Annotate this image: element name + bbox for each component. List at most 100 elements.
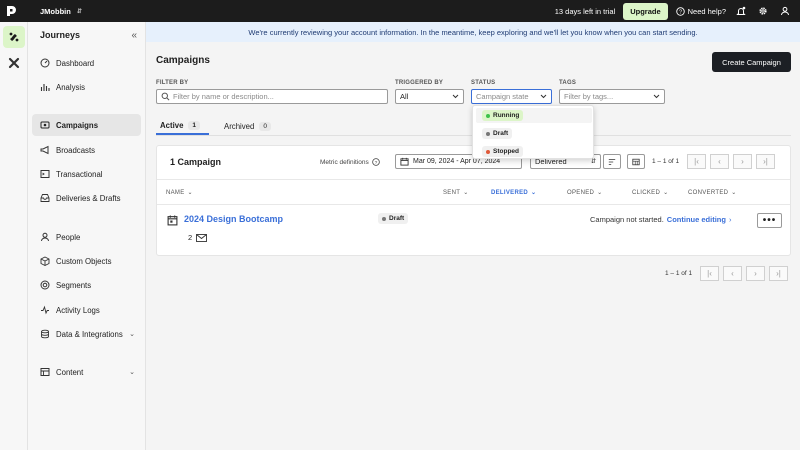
status-pill: Running — [482, 110, 524, 121]
columns-button[interactable] — [627, 154, 645, 169]
sidebar-item-content[interactable]: Content ⌄ — [32, 361, 141, 383]
terminal-icon — [39, 169, 50, 180]
column-name[interactable]: NAME ⌄ — [166, 189, 193, 197]
segments-icon — [39, 280, 50, 291]
last-page-button[interactable]: ›| — [756, 154, 775, 169]
tab-count: 0 — [259, 121, 271, 131]
column-clicked[interactable]: CLICKED ⌄ — [632, 189, 669, 197]
content-icon — [39, 367, 50, 378]
date-range-value: Mar 09, 2024 - Apr 07, 2024 — [413, 158, 501, 165]
bottom-first-page-button[interactable]: |‹ — [700, 266, 719, 281]
bar-chart-icon — [39, 82, 50, 93]
sidebar-item-label: Dashboard — [56, 58, 95, 68]
column-converted[interactable]: CONVERTED ⌄ — [688, 189, 737, 197]
sidebar-item-people[interactable]: People — [32, 226, 141, 248]
inbox-icon — [39, 193, 50, 204]
column-delivered[interactable]: DELIVERED ⌄ — [491, 189, 536, 197]
sidebar-item-label: People — [56, 232, 81, 242]
chevron-down-icon: ⌄ — [187, 190, 193, 196]
search-input[interactable]: Filter by name or description... — [156, 89, 388, 104]
chevron-down-icon: ⌄ — [731, 190, 737, 196]
database-icon — [39, 329, 50, 340]
sidebar-item-data-integrations[interactable]: Data & Integrations ⌄ — [32, 323, 141, 345]
account-review-banner: We're currently reviewing your account i… — [146, 22, 800, 42]
sidebar-item-analysis[interactable]: Analysis — [32, 76, 141, 98]
first-page-button[interactable]: |‹ — [687, 154, 706, 169]
triggered-by-value: All — [400, 92, 409, 101]
status-option-draft[interactable]: Draft — [476, 126, 592, 141]
create-campaign-button[interactable]: Create Campaign — [712, 52, 791, 72]
chevron-updown-icon: ⇵ — [590, 159, 596, 165]
chevron-down-icon — [653, 94, 660, 99]
column-sent[interactable]: SENT ⌄ — [443, 189, 469, 197]
sidebar-item-segments[interactable]: Segments — [32, 274, 141, 296]
status-placeholder: Campaign state — [476, 92, 529, 101]
sidebar-title: Journeys — [40, 30, 81, 40]
metric-definitions-link[interactable]: Metric definitions ? — [320, 158, 380, 166]
campaign-status-text: Campaign not started. Continue editing › — [590, 215, 731, 224]
bottom-next-page-button[interactable]: › — [746, 266, 765, 281]
integrations-rail-icon[interactable] — [3, 52, 25, 74]
tags-select[interactable]: Filter by tags... — [559, 89, 665, 104]
status-select[interactable]: Campaign state — [471, 89, 552, 104]
tab-active[interactable]: Active 1 — [156, 117, 209, 135]
search-placeholder: Filter by name or description... — [173, 92, 274, 101]
bottom-prev-page-button[interactable]: ‹ — [723, 266, 742, 281]
gear-icon[interactable] — [756, 4, 770, 18]
tab-archived[interactable]: Archived 0 — [224, 117, 271, 135]
campaign-icon — [39, 120, 50, 131]
sidebar-item-broadcasts[interactable]: Broadcasts — [32, 139, 141, 161]
sidebar-item-activity-logs[interactable]: Activity Logs — [32, 299, 141, 321]
more-actions-button[interactable]: ••• — [757, 213, 782, 228]
sidebar-item-campaigns[interactable]: Campaigns — [32, 114, 141, 136]
status-option-label: Stopped — [493, 148, 519, 155]
sidebar-item-custom-objects[interactable]: Custom Objects — [32, 250, 141, 272]
sidebar-item-transactional[interactable]: Transactional — [32, 163, 141, 185]
user-icon[interactable] — [778, 4, 792, 18]
calendar-icon — [400, 157, 409, 166]
triggered-by-select[interactable]: All — [395, 89, 464, 104]
status-option-running[interactable]: Running — [476, 108, 592, 123]
bottom-last-page-button[interactable]: ›| — [769, 266, 788, 281]
journeys-rail-icon[interactable] — [3, 26, 25, 48]
status-pill: Stopped — [482, 146, 523, 157]
campaigns-table-card: 1 Campaign Metric definitions ? Mar 09, … — [156, 145, 791, 256]
campaign-name-link[interactable]: 2024 Design Bootcamp — [184, 214, 283, 224]
sidebar-item-label: Segments — [56, 280, 92, 290]
filter-by-label: FILTER BY — [156, 80, 189, 86]
help-icon: ? — [372, 158, 380, 166]
bell-icon[interactable] — [734, 4, 748, 18]
sort-order-button[interactable] — [603, 154, 621, 169]
metric-definitions-label: Metric definitions — [320, 158, 369, 166]
column-opened[interactable]: OPENED ⌄ — [567, 189, 603, 197]
app-logo-icon[interactable] — [0, 0, 22, 22]
campaign-count: 1 Campaign — [170, 157, 222, 167]
sidebar-item-label: Deliveries & Drafts — [56, 193, 121, 203]
prev-page-button[interactable]: ‹ — [710, 154, 729, 169]
sidebar-item-label: Broadcasts — [56, 145, 96, 155]
status-option-label: Draft — [493, 130, 509, 137]
person-icon — [39, 232, 50, 243]
chevron-right-icon: › — [728, 215, 732, 224]
cube-icon — [39, 256, 50, 267]
status-option-stopped[interactable]: Stopped — [476, 144, 592, 159]
status-label: STATUS — [471, 80, 496, 86]
chevron-down-icon: ⌄ — [663, 190, 669, 196]
tags-placeholder: Filter by tags... — [564, 92, 614, 101]
bottom-pager-range: 1 – 1 of 1 — [665, 270, 693, 277]
continue-editing-link[interactable]: Continue editing — [667, 215, 726, 224]
workspace-switcher[interactable]: JMobbin ⇵ — [40, 7, 82, 16]
next-page-button[interactable]: › — [733, 154, 752, 169]
status-pill: Draft — [482, 128, 513, 139]
upgrade-button[interactable]: Upgrade — [623, 2, 668, 20]
sidebar-item-dashboard[interactable]: Dashboard — [32, 52, 141, 74]
help-icon: ? — [675, 6, 685, 16]
collapse-sidebar-icon[interactable]: « — [131, 30, 137, 41]
help-button[interactable]: ? Need help? — [675, 6, 726, 16]
chevron-down-icon: ⌄ — [597, 190, 603, 196]
chevron-down-icon — [452, 94, 459, 99]
status-option-label: Running — [493, 112, 520, 119]
sidebar-item-deliveries-drafts[interactable]: Deliveries & Drafts — [32, 187, 141, 209]
table-header: NAME ⌄ SENT ⌄ DELIVERED ⌄ OPENED ⌄ CLICKED ⌄ … — [157, 179, 790, 205]
message-count-value: 2 — [188, 233, 193, 242]
